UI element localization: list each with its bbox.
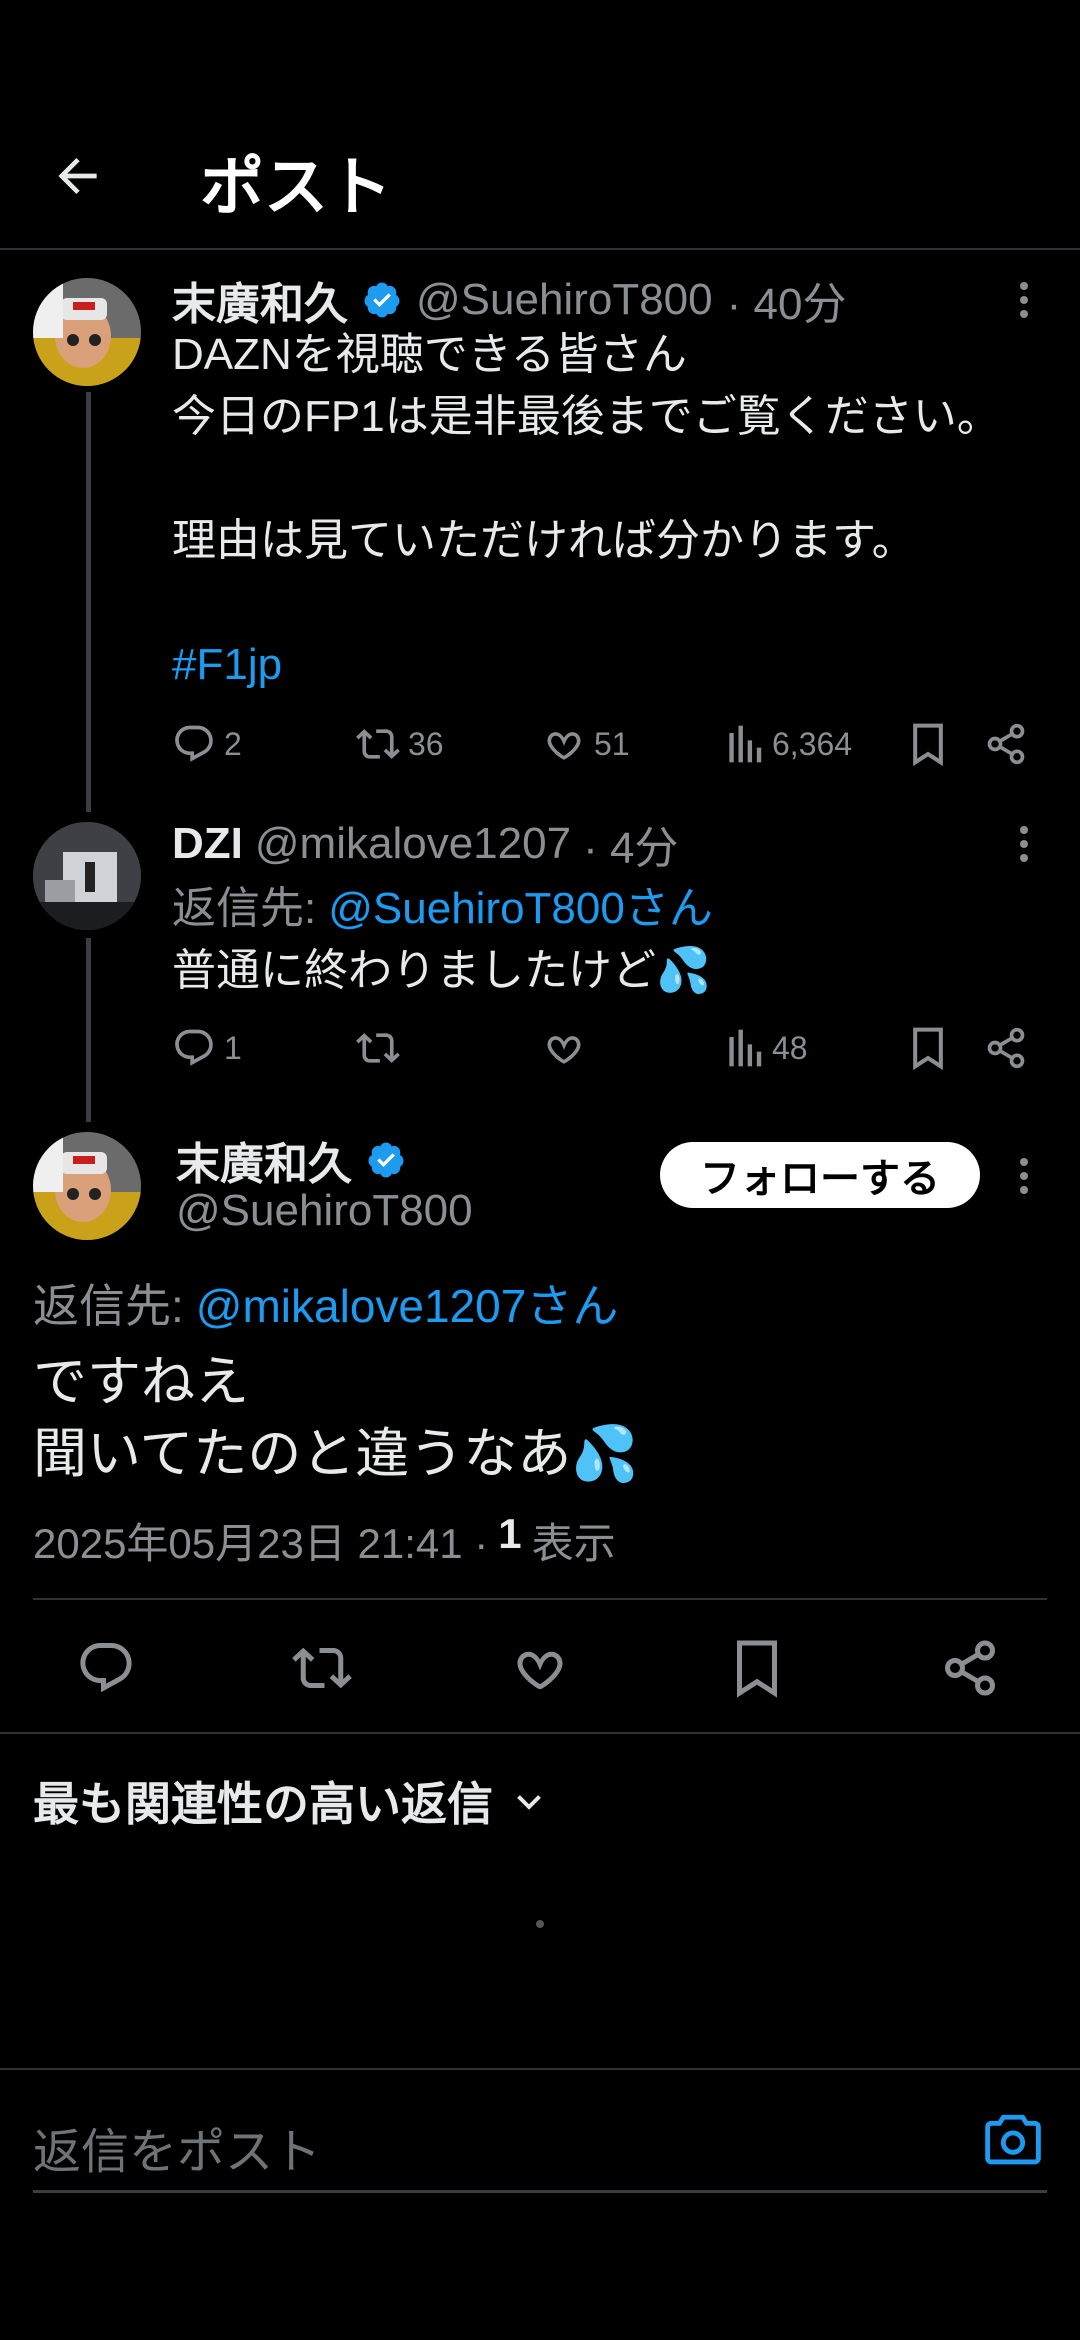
reply-icon xyxy=(172,1026,216,1070)
reply-to-label: 返信先: xyxy=(172,884,317,933)
author-name[interactable]: 末廣和久 xyxy=(176,1128,352,1192)
heart-icon xyxy=(542,722,586,766)
bookmark-icon[interactable] xyxy=(908,1026,948,1070)
repost-icon xyxy=(356,722,400,766)
reply-to-link[interactable]: @mikalove1207さん xyxy=(196,1270,619,1336)
more-options-icon[interactable] xyxy=(1010,1154,1038,1198)
analytics-icon xyxy=(724,1026,764,1070)
post-time: · 40分 xyxy=(726,280,847,329)
post-text: 普通に終わりましたけど💦 xyxy=(172,946,711,995)
view-count: 1 xyxy=(498,1510,522,1557)
reply-action[interactable]: 2 xyxy=(172,722,242,766)
share-icon[interactable] xyxy=(940,1638,1000,1698)
bookmark-icon[interactable] xyxy=(730,1638,784,1698)
author-handle[interactable]: @mikalove1207 xyxy=(255,819,571,869)
share-icon[interactable] xyxy=(984,1026,1028,1070)
view-count: 48 xyxy=(772,1029,808,1066)
avatar[interactable] xyxy=(33,822,141,930)
repost-icon[interactable] xyxy=(356,1026,400,1070)
main-post-text-line: ですねえ xyxy=(33,1352,249,1412)
author-name[interactable]: DZI xyxy=(172,819,243,869)
heart-icon[interactable] xyxy=(510,1638,570,1698)
reply-sort-label: 最も関連性の高い返信 xyxy=(33,1778,493,1830)
author-handle[interactable]: @SuehiroT800 xyxy=(416,275,713,325)
views-action[interactable]: 6,364 xyxy=(724,722,852,766)
divider xyxy=(33,1598,1047,1600)
thread-line xyxy=(86,392,91,812)
view-count: 6,364 xyxy=(772,725,853,762)
page-title: ポスト xyxy=(200,151,392,223)
post-text-line: 理由は見ていただければ分かります。 xyxy=(172,516,916,565)
view-label: 表示 xyxy=(531,1520,616,1567)
hashtag-link[interactable]: #F1jp xyxy=(172,634,282,696)
reply-input[interactable]: 返信をポスト xyxy=(33,2112,321,2182)
back-arrow-icon[interactable] xyxy=(50,148,106,204)
views-action[interactable]: 48 xyxy=(724,1026,808,1070)
repost-icon[interactable] xyxy=(292,1638,352,1698)
bookmark-icon[interactable] xyxy=(908,722,948,766)
reply-count: 1 xyxy=(224,1029,242,1066)
post-text-line: DAZNを視聴できる皆さん xyxy=(172,330,687,379)
more-options-icon[interactable] xyxy=(1010,822,1038,866)
reply-to-link[interactable]: @SuehiroT800さん xyxy=(328,872,713,936)
reply-icon xyxy=(172,722,216,766)
post-text-line: 今日のFP1は是非最後までご覧ください。 xyxy=(172,392,1001,441)
author-handle[interactable]: @SuehiroT800 xyxy=(176,1186,473,1236)
reply-action[interactable]: 1 xyxy=(172,1026,242,1070)
avatar[interactable] xyxy=(33,278,141,386)
verified-badge-icon xyxy=(366,1140,406,1180)
post-time: · 4分 xyxy=(583,824,679,873)
reply-sort-selector[interactable]: 最も関連性の高い返信 xyxy=(33,1768,547,1834)
repost-action[interactable]: 36 xyxy=(356,722,444,766)
analytics-icon xyxy=(724,722,764,766)
more-options-icon[interactable] xyxy=(1010,278,1038,322)
divider xyxy=(0,1732,1080,1734)
share-icon[interactable] xyxy=(984,722,1028,766)
like-action[interactable]: 51 xyxy=(542,722,630,766)
chevron-down-icon xyxy=(511,1783,547,1819)
header-divider xyxy=(0,248,1080,250)
like-count: 51 xyxy=(594,725,630,762)
verified-badge-icon xyxy=(362,280,402,320)
repost-count: 36 xyxy=(408,725,444,762)
follow-button[interactable]: フォローする xyxy=(660,1142,980,1208)
avatar[interactable] xyxy=(33,1132,141,1240)
composer-divider xyxy=(0,2068,1080,2070)
post-timestamp[interactable]: 2025年05月23日 21:41 · xyxy=(33,1510,488,1571)
loading-indicator xyxy=(536,1920,544,1928)
reply-count: 2 xyxy=(224,725,242,762)
author-name[interactable]: 末廣和久 xyxy=(172,268,348,332)
thread-line xyxy=(86,938,91,1122)
main-post-text-line: 聞いてたのと違うなあ💦 xyxy=(33,1424,639,1484)
reply-to-label: 返信先: xyxy=(33,1280,184,1332)
camera-icon[interactable] xyxy=(984,2112,1042,2166)
reply-input-underline xyxy=(33,2190,1047,2193)
heart-icon[interactable] xyxy=(542,1026,586,1070)
reply-icon[interactable] xyxy=(76,1638,136,1698)
